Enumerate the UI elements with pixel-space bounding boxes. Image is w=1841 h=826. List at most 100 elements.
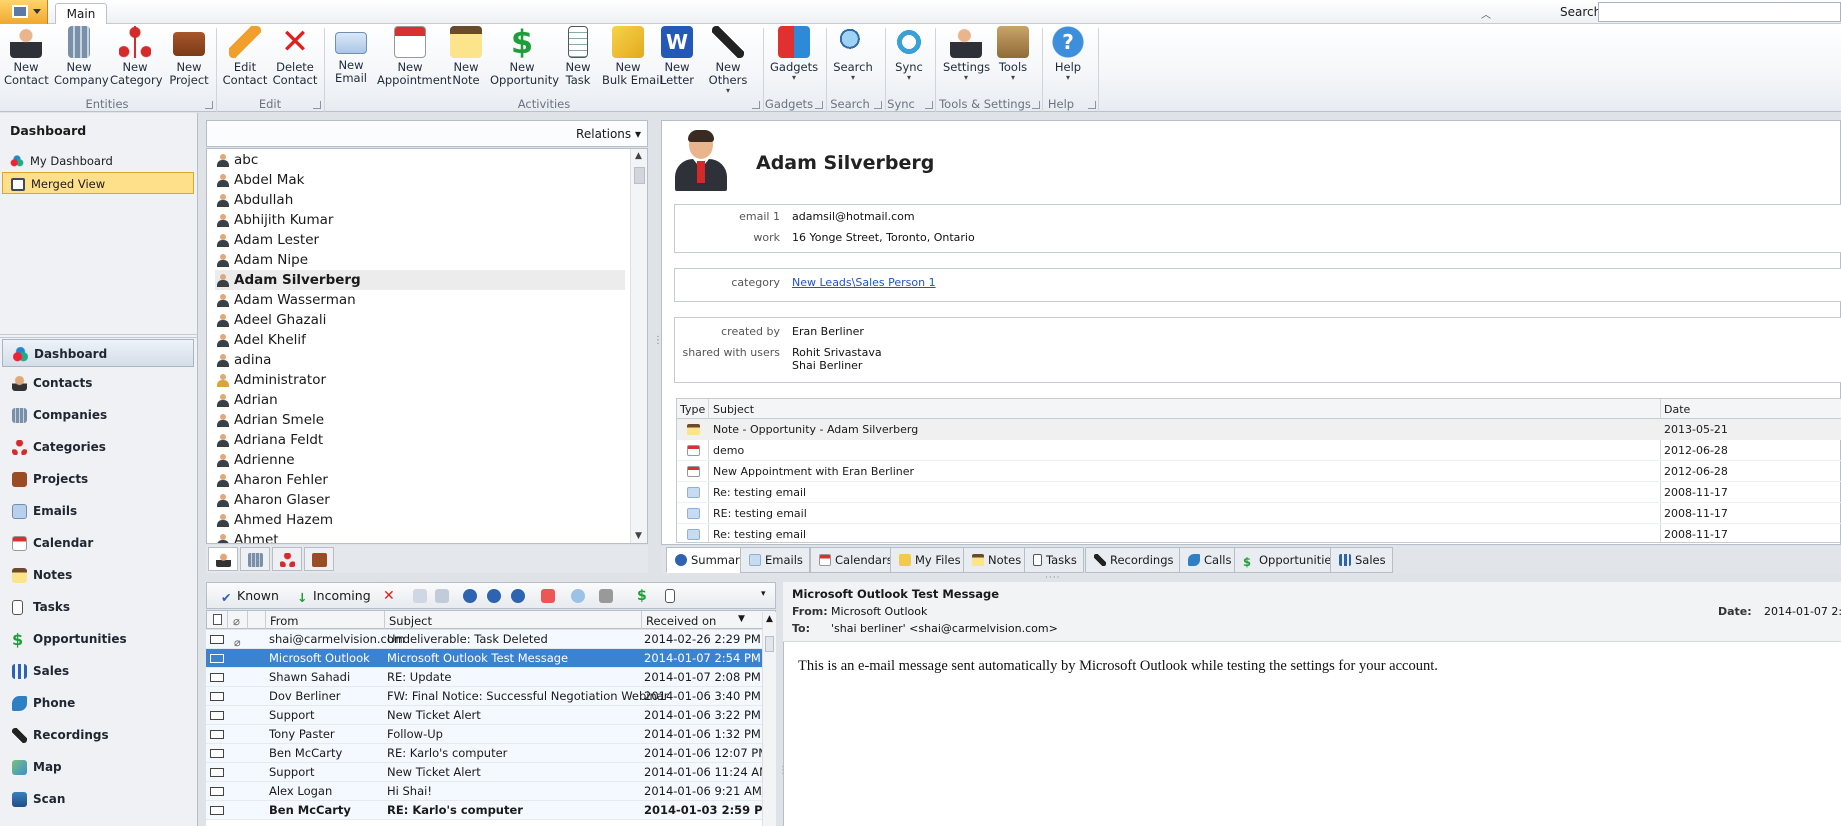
nav-map[interactable]: Map [2, 753, 194, 781]
table-row[interactable]: Support New Ticket Alert 2014-01-06 11:24 … [206, 763, 762, 782]
list-item[interactable]: Ahmed Hazem [215, 510, 625, 530]
column-subject[interactable]: Subject [389, 614, 432, 628]
tab-contacts[interactable] [208, 547, 238, 571]
new-task-button[interactable]: New Task [560, 26, 596, 87]
tab-main[interactable]: Main [55, 3, 107, 25]
email-value[interactable]: adamsil@hotmail.com [792, 210, 915, 223]
incoming-filter-button[interactable]: ↓ Incoming [297, 588, 371, 605]
list-item[interactable]: Adrienne [215, 450, 625, 470]
opportunity-icon[interactable]: $ [637, 589, 651, 603]
dialog-launcher-icon[interactable] [1032, 101, 1040, 109]
scroll-thumb[interactable] [765, 636, 774, 652]
column-from[interactable]: From [270, 614, 299, 628]
table-row[interactable]: New Appointment with Eran Berliner 2012-0… [677, 461, 1841, 482]
table-row[interactable]: demo 2012-06-28 [677, 440, 1841, 461]
gadgets-button[interactable]: Gadgets ▾ [770, 26, 818, 82]
list-item[interactable]: Ahmet [215, 530, 625, 543]
forward-icon[interactable] [511, 589, 525, 603]
reply-all-icon[interactable] [487, 589, 501, 603]
dialog-launcher-icon[interactable] [874, 101, 882, 109]
new-email-button[interactable]: New Email [330, 26, 372, 85]
nav-phone[interactable]: Phone [2, 689, 194, 717]
nav-scan[interactable]: Scan [2, 785, 194, 813]
nav-merged-view[interactable]: Merged View [2, 172, 194, 194]
list-item[interactable]: abc [215, 150, 625, 170]
nav-emails[interactable]: Emails [2, 497, 194, 525]
list-item[interactable]: Aharon Glaser [215, 490, 625, 510]
dialog-launcher-icon[interactable] [815, 101, 823, 109]
tab-emails[interactable]: Emails [740, 547, 810, 573]
scroll-thumb[interactable] [634, 167, 645, 184]
sync-button[interactable]: Sync ▾ [891, 26, 927, 82]
nav-dashboard[interactable]: Dashboard [2, 339, 194, 367]
nav-my-dashboard[interactable]: My Dashboard [2, 150, 194, 172]
details-icon[interactable] [435, 589, 449, 603]
nav-categories[interactable]: Categories [2, 433, 194, 461]
tab-calendars[interactable]: Calendars [810, 547, 900, 573]
new-opportunity-button[interactable]: $ New Opportunity [490, 26, 559, 87]
table-row[interactable]: Support New Ticket Alert 2014-01-06 3:22 P… [206, 706, 762, 725]
list-item[interactable]: adina [215, 350, 625, 370]
category-link[interactable]: New Leads\Sales Person 1 [792, 276, 936, 289]
link-icon[interactable] [413, 589, 427, 603]
nav-tasks[interactable]: Tasks [2, 593, 194, 621]
table-row[interactable]: Re: testing email 2008-11-17 [677, 524, 1841, 542]
dialog-launcher-icon[interactable] [205, 101, 213, 109]
tools-button[interactable]: Tools ▾ [994, 26, 1032, 82]
known-filter-button[interactable]: ✔ Known [221, 588, 279, 605]
table-row[interactable]: Note - Opportunity - Adam Silverberg 2013… [677, 419, 1841, 440]
tab-sales[interactable]: Sales [1330, 547, 1393, 573]
nav-splitter[interactable] [0, 334, 198, 338]
delete-contact-button[interactable]: ✕ Delete Contact [272, 25, 318, 87]
new-others-button[interactable]: New Others ▾ [704, 26, 752, 95]
relations-dropdown[interactable]: Relations ▾ [576, 127, 641, 141]
chat-icon[interactable] [571, 589, 585, 603]
nav-sales[interactable]: Sales [2, 657, 194, 685]
search-button[interactable]: Search ▾ [832, 26, 874, 82]
nav-recordings[interactable]: Recordings [2, 721, 194, 749]
table-row[interactable]: Tony Paster Follow-Up 2014-01-06 1:32 PM [206, 725, 762, 744]
new-bulk-email-button[interactable]: New Bulk Email [602, 26, 663, 87]
list-item[interactable]: Abdullah [215, 190, 625, 210]
nav-opportunities[interactable]: $ Opportunities [2, 625, 194, 653]
tab-calls[interactable]: Calls [1179, 547, 1239, 573]
app-menu-button[interactable] [0, 0, 48, 24]
list-item[interactable]: Adeel Ghazali [215, 310, 625, 330]
list-item[interactable]: Aharon Fehler [215, 470, 625, 490]
list-item[interactable]: Adrian [215, 390, 625, 410]
list-item[interactable]: Adam Nipe [215, 250, 625, 270]
search-input[interactable] [1598, 2, 1841, 22]
list-item[interactable]: Adrian Smele [215, 410, 625, 430]
table-row[interactable]: Dov Berliner FW: Final Notice: Successful… [206, 687, 762, 706]
list-item[interactable]: Adel Khelif [215, 330, 625, 350]
new-letter-button[interactable]: W New Letter [658, 26, 696, 87]
tab-my-files[interactable]: My Files [890, 547, 968, 573]
column-date[interactable]: Date [1664, 403, 1690, 416]
nav-calendar[interactable]: Calendar [2, 529, 194, 557]
tab-tasks[interactable]: Tasks [1024, 547, 1084, 573]
speaker-icon[interactable] [599, 589, 613, 603]
column-received-on[interactable]: Received on [646, 614, 716, 628]
dialog-launcher-icon[interactable] [752, 101, 760, 109]
new-category-button[interactable]: New Category [110, 26, 163, 87]
nav-notes[interactable]: Notes [2, 561, 194, 589]
contact-list-scrollbar[interactable]: ▲ ▼ [630, 149, 647, 543]
dialog-launcher-icon[interactable] [925, 101, 933, 109]
scroll-up-icon[interactable]: ▲ [635, 151, 642, 161]
new-contact-button[interactable]: New Contact [4, 26, 49, 87]
table-row[interactable]: Alex Logan Hi Shai! 2014-01-06 9:21 AM [206, 782, 762, 801]
scroll-down-icon[interactable]: ▼ [635, 531, 642, 541]
list-item[interactable]: Abhijith Kumar [215, 210, 625, 230]
scroll-up-icon[interactable]: ▲ [766, 614, 773, 624]
splitter-handle[interactable]: ⋮ [653, 336, 663, 346]
table-row[interactable]: Re: testing email 2008-11-17 [677, 482, 1841, 503]
list-item-selected[interactable]: Adam Silverberg [215, 270, 625, 290]
table-row[interactable]: RE: testing email 2008-11-17 [677, 503, 1841, 524]
table-row-selected[interactable]: Microsoft Outlook Microsoft Outlook Test … [206, 649, 762, 668]
list-item[interactable]: Abdel Mak [215, 170, 625, 190]
collapse-ribbon-icon[interactable]: ︿ [1481, 6, 1491, 21]
new-project-button[interactable]: New Project [167, 26, 211, 87]
edit-contact-button[interactable]: Edit Contact [222, 26, 268, 87]
toolbar-overflow-icon[interactable]: ▾ [761, 589, 775, 603]
dialog-launcher-icon[interactable] [1088, 101, 1096, 109]
